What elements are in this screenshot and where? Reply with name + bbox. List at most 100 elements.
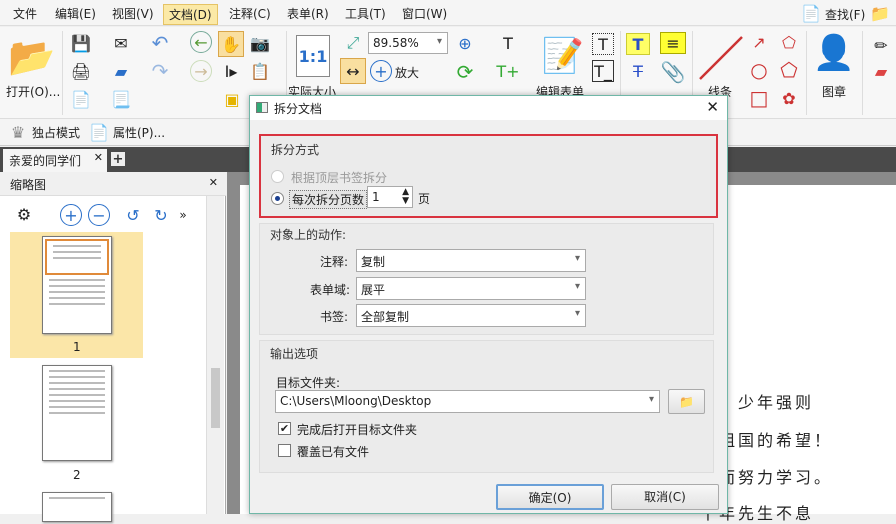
typewriter-icon[interactable]: T [626, 33, 650, 55]
fit-width-icon[interactable]: ↔ [340, 58, 366, 84]
email-icon[interactable]: ✉ [108, 31, 134, 55]
back-icon[interactable]: ← [190, 31, 212, 53]
text-field-icon[interactable]: T [494, 31, 522, 55]
radio-split-by-bookmark[interactable] [271, 170, 284, 183]
object-actions-title: 对象上的动作: [270, 228, 347, 242]
redo-icon[interactable]: ↷ [148, 59, 172, 83]
target-folder-value: C:\Users\Mloong\Desktop [280, 394, 432, 408]
zoom-select[interactable]: 89.58% [368, 32, 448, 54]
select-text-icon[interactable]: I▸ [218, 59, 244, 83]
zoom-tool-icon[interactable]: ⊕ [453, 31, 477, 55]
thumbnail-page-3[interactable] [42, 492, 112, 522]
pages-per-split-spinner[interactable]: 1 ▲ ▼ [367, 186, 413, 208]
rotate-icon[interactable]: ⟳ [453, 60, 477, 84]
overwrite-checkbox[interactable] [278, 444, 291, 457]
dialog-title: 拆分文档 [274, 102, 323, 116]
circle-tool-icon[interactable]: ○ [748, 58, 770, 82]
thumbnail-panel: 缩略图 ✕ ⚙ + − ↺ ↻ » 1 2 [0, 172, 226, 522]
clipboard-icon[interactable]: 📋 [248, 59, 272, 83]
pencil-icon[interactable]: ✏ [868, 33, 894, 57]
menu-edit[interactable]: 编辑(E) [50, 4, 101, 23]
zoom-in-icon[interactable]: + [370, 60, 392, 82]
form-field-select[interactable]: 展平 [356, 277, 586, 300]
strikeout-icon[interactable]: T [626, 60, 650, 82]
search-doc-icon[interactable]: 📄 [800, 2, 822, 24]
menu-file[interactable]: 文件 [8, 4, 42, 23]
undo-icon[interactable]: ↶ [148, 31, 172, 55]
polygon-tool-icon[interactable]: ⬠ [778, 58, 800, 82]
text-box-icon[interactable]: T [592, 33, 614, 55]
zoom-in-button[interactable]: 放大 [395, 64, 419, 81]
menu-tools[interactable]: 工具(T) [340, 4, 391, 23]
ok-button[interactable]: 确定(O) [496, 484, 604, 510]
forward-icon[interactable]: → [190, 60, 212, 82]
bookmark-select[interactable]: 全部复制 [356, 304, 586, 327]
close-panel-icon[interactable]: ✕ [209, 176, 218, 189]
menu-view[interactable]: 视图(V) [107, 4, 159, 23]
save-icon[interactable]: 💾 [68, 31, 94, 55]
radio-split-by-pages[interactable] [271, 192, 284, 205]
add-image-icon[interactable]: T+ [494, 59, 522, 83]
exclusive-mode-button[interactable]: 独占模式 [32, 124, 80, 141]
properties-button[interactable]: 属性(P)... [113, 124, 165, 141]
open-folder-after-checkbox[interactable]: ✔ [278, 422, 291, 435]
find-folder-icon[interactable]: 📁 [868, 2, 892, 24]
snapshot-select-icon[interactable]: ▣ [220, 87, 244, 111]
crown-icon: ♛ [10, 122, 26, 142]
annotation-select[interactable]: 复制 [356, 249, 586, 272]
hand-tool-icon[interactable]: ✋ [218, 31, 244, 57]
search-button[interactable]: 查找(F) [825, 6, 865, 23]
menu-form[interactable]: 表单(R) [282, 4, 334, 23]
close-dialog-icon[interactable]: ✕ [706, 98, 719, 116]
camera-icon[interactable]: 📷 [248, 31, 272, 55]
spinner-arrows-icon[interactable]: ▲ ▼ [402, 188, 409, 206]
thumbnail-page-1[interactable] [42, 236, 112, 334]
thumbnail-page-2[interactable] [42, 365, 112, 461]
open-button[interactable]: 打开(O)... [6, 83, 60, 100]
edit-form-icon[interactable]: 📝 [540, 33, 586, 79]
attachment-icon[interactable]: 📎 [661, 59, 686, 85]
stamp-icon[interactable]: 👤 [812, 31, 856, 75]
thumbnail-scrollbar[interactable] [206, 196, 224, 514]
scan-icon[interactable]: ▰ [108, 59, 134, 83]
new-tab-icon[interactable]: + [111, 152, 125, 167]
options-gear-icon[interactable]: ⚙ [12, 202, 36, 226]
rotate-right-icon[interactable]: ↻ [150, 204, 172, 226]
open-folder-icon[interactable]: 📂 [8, 35, 56, 79]
eraser-icon[interactable]: ▰ [868, 59, 894, 83]
thumbnail-panel-header: 缩略图 ✕ [0, 172, 226, 196]
cloud-tool-icon[interactable]: ✿ [778, 87, 800, 109]
menu-window[interactable]: 窗口(W) [397, 4, 452, 23]
more-icon[interactable]: » [176, 204, 190, 226]
polyline-tool-icon[interactable]: ⬠ [778, 31, 800, 53]
enlarge-thumbnail-icon[interactable]: + [60, 204, 82, 226]
split-by-pages-label: 每次拆分页数 [289, 190, 368, 209]
properties-icon: 📄 [89, 122, 109, 142]
overwrite-label: 覆盖已有文件 [297, 445, 370, 459]
export-icon[interactable]: 📄 [68, 87, 94, 111]
dialog-app-icon [256, 102, 268, 113]
close-tab-icon[interactable]: ✕ [94, 151, 103, 164]
print-icon[interactable]: 🖨 [68, 59, 94, 83]
actual-size-icon[interactable]: 1:1 [296, 35, 330, 77]
bookmark-label: 书签: [320, 310, 349, 324]
stamp-button[interactable]: 图章 [822, 83, 846, 100]
rectangle-tool-icon[interactable]: □ [748, 86, 770, 110]
arrow-tool-icon[interactable]: ↗ [748, 31, 770, 53]
target-folder-input[interactable]: C:\Users\Mloong\Desktop [275, 390, 660, 413]
browse-folder-button[interactable]: 📁 [668, 389, 705, 414]
note-icon[interactable]: ≡ [660, 32, 686, 54]
document-tab[interactable]: 亲爱的同学们 ✕ [3, 149, 107, 172]
open-folder-after-label: 完成后打开目标文件夹 [297, 423, 418, 437]
output-options-group: 输出选项 目标文件夹: C:\Users\Mloong\Desktop 📁 ✔ … [259, 340, 714, 473]
cancel-button[interactable]: 取消(C) [611, 484, 719, 510]
text-field-tool-icon[interactable]: T_ [592, 60, 614, 82]
menu-comment[interactable]: 注释(C) [224, 4, 276, 23]
rotate-left-icon[interactable]: ↺ [122, 204, 144, 226]
menu-document[interactable]: 文档(D) [163, 4, 218, 25]
shrink-thumbnail-icon[interactable]: − [88, 204, 110, 226]
annotation-label: 注释: [320, 255, 349, 269]
fit-page-icon[interactable]: ⤢ [342, 31, 364, 55]
line-tool-icon[interactable] [696, 33, 746, 83]
new-doc-icon[interactable]: 📃 [108, 87, 134, 111]
